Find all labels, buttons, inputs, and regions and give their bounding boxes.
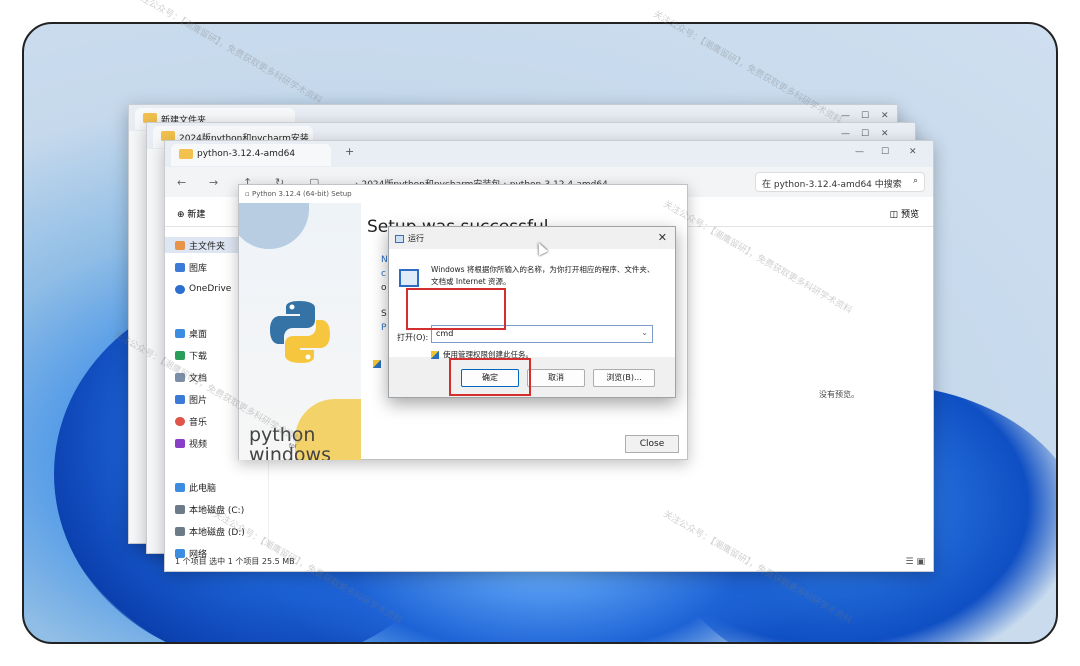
sidebar-item-downloads[interactable]: 下载 — [175, 347, 207, 363]
back-arrow-icon[interactable]: ← — [177, 176, 186, 189]
new-tab-button[interactable]: + — [345, 145, 354, 158]
window-title-text: Python 3.12.4 (64-bit) Setup — [251, 190, 352, 198]
browse-button[interactable]: 浏览(B)... — [593, 369, 655, 387]
setup-text-fragment: o — [381, 283, 387, 293]
forward-arrow-icon[interactable]: → — [209, 176, 218, 189]
cancel-button[interactable]: 取消 — [527, 369, 585, 387]
tab-bar: python-3.12.4-amd64 + — ☐ ✕ — [165, 141, 933, 167]
setup-link-fragment[interactable]: c — [381, 269, 386, 279]
drive-icon — [175, 504, 185, 514]
cloud-icon — [175, 284, 185, 294]
tiles-view-icon[interactable]: ▣ — [916, 557, 925, 567]
picture-icon — [175, 394, 185, 404]
close-button[interactable]: ✕ — [881, 129, 889, 139]
music-icon — [175, 416, 185, 426]
sidebar-item-music[interactable]: 音乐 — [175, 413, 207, 429]
sidebar-item-label: 本地磁盘 (D:) — [189, 527, 245, 538]
open-label: 打开(O): — [397, 333, 429, 342]
dialog-description: Windows 将根据你所输入的名称，为你打开相应的程序、文件夹、文档或 Int… — [431, 265, 655, 286]
chevron-down-icon[interactable]: ⌄ — [641, 328, 648, 337]
preview-button[interactable]: ◫ 预览 — [890, 207, 919, 220]
window-title: ▫ Python 3.12.4 (64-bit) Setup — [245, 190, 352, 198]
status-bar: 1 个项目 选中 1 个项目 25.5 MB — [175, 557, 295, 566]
python-logo-icon — [270, 301, 330, 363]
sidebar-item-documents[interactable]: 文档 — [175, 369, 207, 385]
details-view-icon[interactable]: ☰ — [906, 557, 914, 567]
drive-icon — [175, 526, 185, 536]
new-button[interactable]: ⊕ 新建 — [177, 207, 205, 220]
sidebar-item-desktop[interactable]: 桌面 — [175, 325, 207, 341]
view-toggle[interactable]: ☰ ▣ — [906, 557, 925, 567]
sidebar-item-label: 图片 — [189, 395, 208, 406]
sidebar-item-this-pc[interactable]: 此电脑 — [175, 479, 216, 495]
shield-icon — [431, 351, 439, 359]
maximize-button[interactable]: ☐ — [861, 111, 869, 121]
close-button[interactable]: ✕ — [881, 111, 889, 121]
desktop-icon — [175, 328, 185, 338]
search-input[interactable]: 在 python-3.12.4-amd64 中搜索 ⌕ — [755, 172, 925, 192]
minimize-button[interactable]: — — [841, 129, 850, 139]
sidebar-item-label: 音乐 — [189, 417, 208, 428]
pc-icon — [175, 482, 185, 492]
sidebar-item-videos[interactable]: 视频 — [175, 435, 207, 451]
python-word: python — [249, 424, 316, 446]
highlight-box-ok — [449, 358, 531, 396]
shield-icon — [373, 359, 385, 369]
maximize-button[interactable]: ☐ — [861, 129, 869, 139]
sidebar-item-label: 图库 — [189, 263, 208, 274]
gallery-icon — [175, 262, 185, 272]
run-icon — [395, 234, 404, 243]
sidebar-item-drive-c[interactable]: 本地磁盘 (C:) — [175, 501, 244, 517]
download-icon — [175, 350, 185, 360]
setup-text-fragment: S — [381, 309, 387, 319]
setup-link-fragment[interactable]: P — [381, 323, 386, 333]
search-placeholder: 在 python-3.12.4-amd64 中搜索 — [762, 180, 902, 190]
sidebar-item-label: 主文件夹 — [189, 241, 226, 252]
sidebar-item-label: 此电脑 — [189, 483, 217, 494]
dialog-title: 运行 — [395, 233, 424, 244]
decorative-shape — [239, 203, 309, 249]
run-command-value: cmd — [436, 329, 454, 338]
sidebar-item-label: OneDrive — [189, 284, 232, 294]
close-button[interactable]: ✕ — [658, 231, 667, 244]
sidebar-item-drive-d[interactable]: 本地磁盘 (D:) — [175, 523, 245, 539]
minimize-button[interactable]: — — [855, 147, 864, 157]
folder-icon — [179, 149, 193, 159]
maximize-button[interactable]: ☐ — [881, 147, 889, 157]
close-button[interactable]: Close — [625, 435, 679, 453]
preview-pane-message: 没有预览。 — [819, 390, 859, 399]
sidebar-item-pictures[interactable]: 图片 — [175, 391, 207, 407]
sidebar-item-gallery[interactable]: 图库 — [175, 259, 207, 275]
document-icon — [175, 372, 185, 382]
tab-label: python-3.12.4-amd64 — [197, 149, 296, 159]
close-button[interactable]: ✕ — [909, 147, 917, 157]
tab-active[interactable]: python-3.12.4-amd64 — [171, 144, 331, 166]
sidebar-item-label: 视频 — [189, 439, 208, 450]
sidebar-item-label: 下载 — [189, 351, 208, 362]
preview-button-label: 预览 — [900, 210, 919, 220]
dialog-title-text: 运行 — [408, 234, 424, 243]
sidebar-item-onedrive[interactable]: OneDrive — [175, 281, 231, 297]
setup-side-panel: python windows for — [239, 203, 361, 460]
new-button-label: 新建 — [187, 210, 206, 220]
sidebar-item-label: 桌面 — [189, 329, 208, 340]
highlight-box-input — [406, 288, 506, 330]
sidebar-item-label: 文档 — [189, 373, 208, 384]
search-icon: ⌕ — [912, 176, 918, 186]
run-program-icon — [399, 269, 419, 287]
home-icon — [175, 240, 185, 250]
sidebar-item-label: 本地磁盘 (C:) — [189, 505, 245, 516]
for-word: for — [289, 443, 298, 450]
video-icon — [175, 438, 185, 448]
minimize-button[interactable]: — — [841, 111, 850, 121]
setup-text-fragment: N — [381, 255, 388, 265]
